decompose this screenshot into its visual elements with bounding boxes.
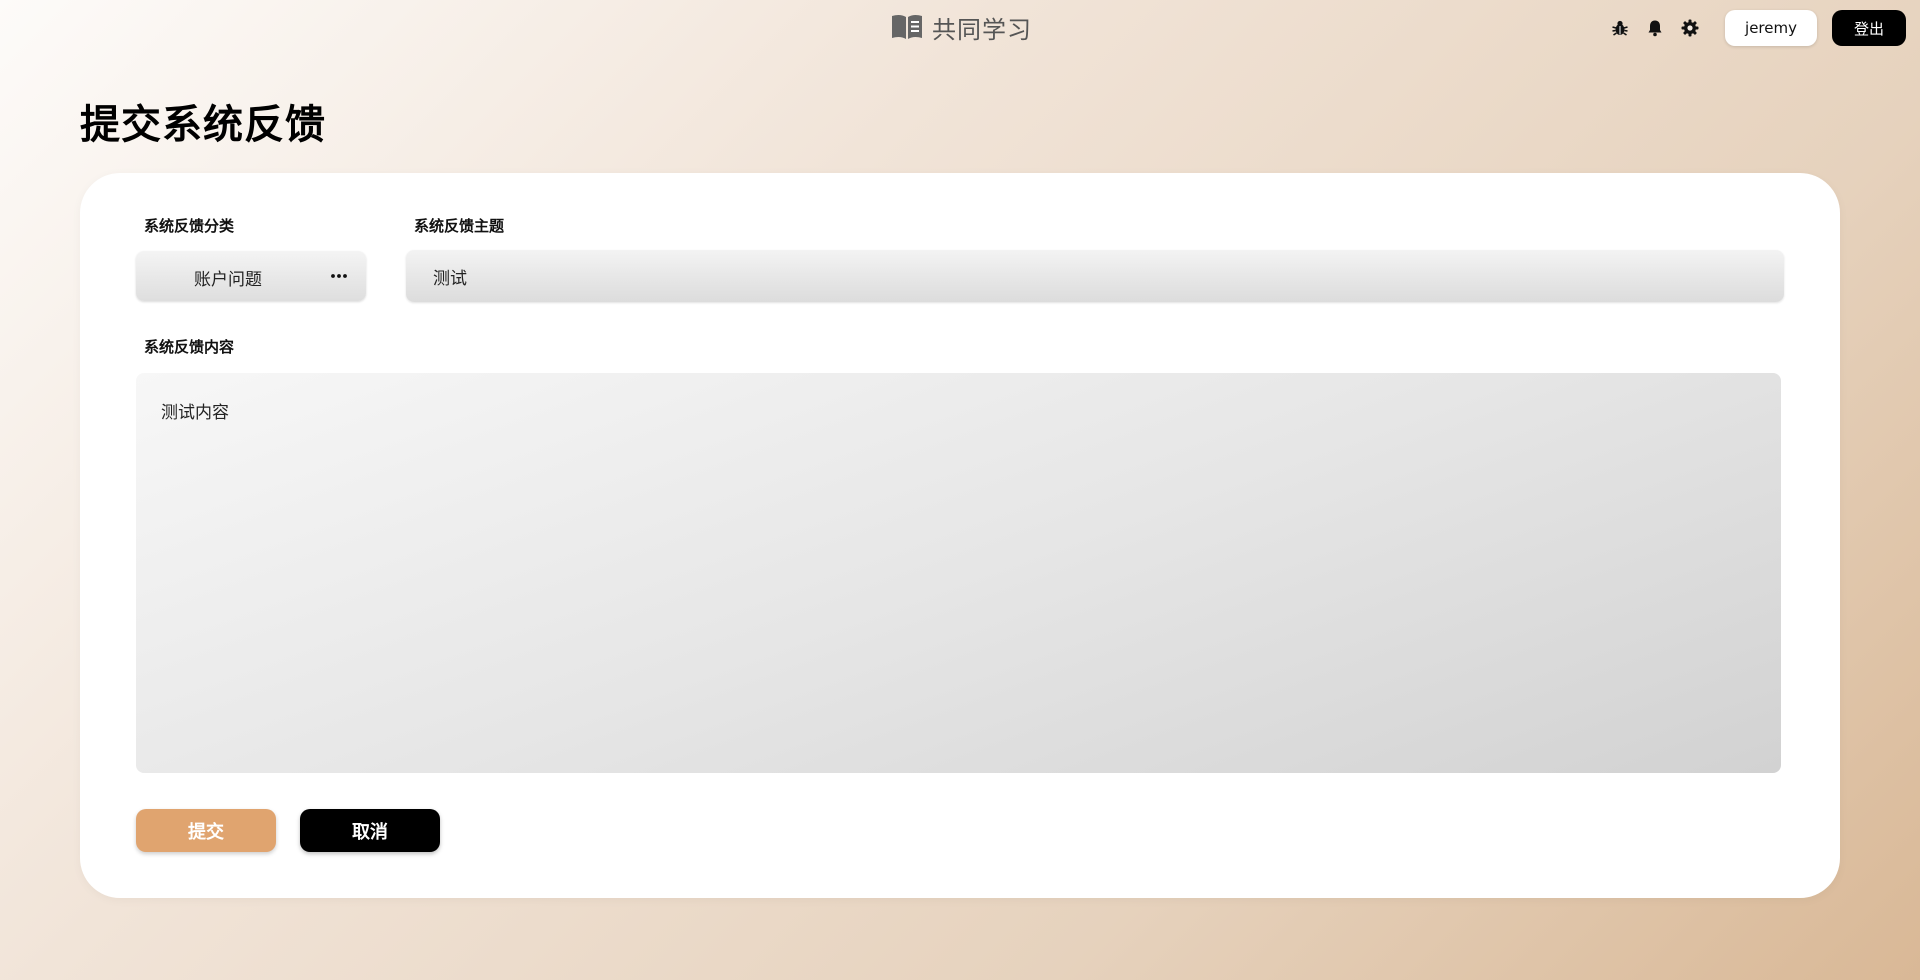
- content-textarea[interactable]: 测试内容: [136, 373, 1781, 773]
- category-value: 账户问题: [194, 270, 262, 290]
- bug-icon[interactable]: [1610, 18, 1630, 38]
- ellipsis-icon[interactable]: [330, 269, 348, 283]
- bell-icon[interactable]: [1645, 18, 1665, 38]
- gear-icon[interactable]: [1680, 18, 1700, 38]
- subject-input[interactable]: [406, 250, 1784, 302]
- submit-button[interactable]: 提交: [136, 809, 276, 852]
- top-bar: 共同学习 jeremy 登出: [0, 0, 1920, 56]
- category-label: 系统反馈分类: [144, 217, 235, 235]
- brand[interactable]: 共同学习: [890, 10, 1032, 44]
- logout-button[interactable]: 登出: [1831, 10, 1906, 46]
- subject-label: 系统反馈主题: [414, 217, 505, 235]
- page-title: 提交系统反馈: [80, 102, 326, 148]
- feedback-form-card: 系统反馈分类 系统反馈主题 账户问题 系统反馈内容 测试内容 提交 取消: [80, 173, 1840, 898]
- brand-title: 共同学习: [932, 15, 1032, 44]
- cancel-button[interactable]: 取消: [300, 809, 440, 852]
- content-label: 系统反馈内容: [144, 338, 235, 356]
- book-icon: [892, 14, 922, 39]
- category-select[interactable]: 账户问题: [136, 251, 366, 301]
- user-button[interactable]: jeremy: [1725, 10, 1817, 46]
- top-actions: jeremy 登出: [1610, 10, 1906, 46]
